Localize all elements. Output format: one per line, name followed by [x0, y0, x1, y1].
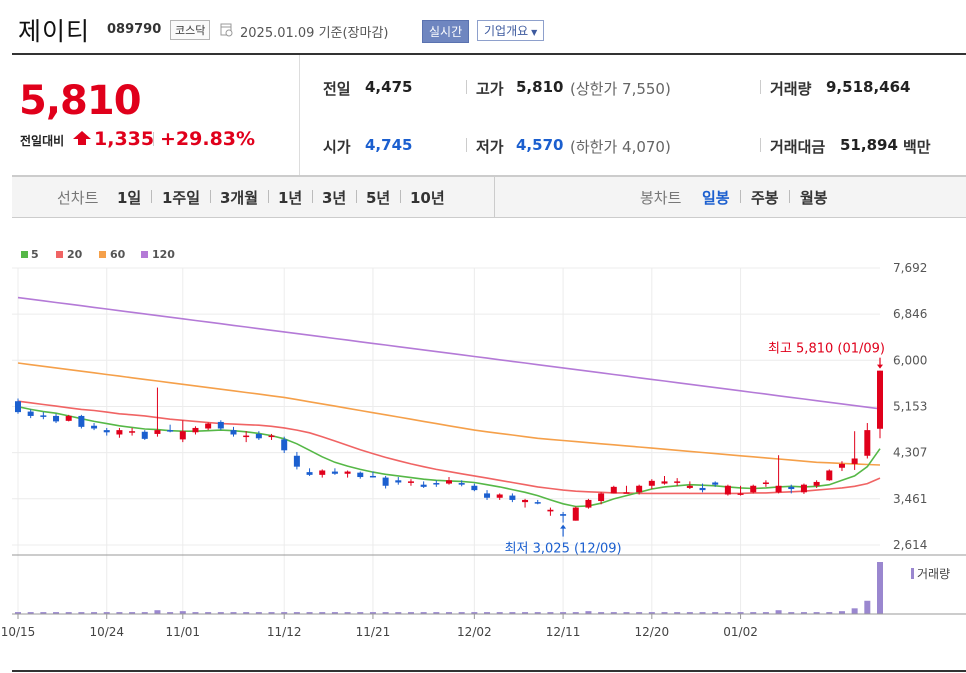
candle-body [838, 463, 845, 468]
candle-body [496, 494, 503, 498]
candlestick-chart: 거래량 7,692 6,846 6,000 5,153 4,307 3,461 2,614 1… [1, 261, 966, 639]
candle-body [864, 430, 871, 456]
candle-body [268, 435, 275, 438]
x-tick-label: 12/20 [635, 625, 670, 639]
candle-body [826, 470, 833, 481]
candle-body [382, 477, 389, 486]
candle-body [192, 427, 199, 433]
candle-body [65, 415, 72, 421]
candle-body [737, 493, 744, 495]
x-tick-label: 11/01 [165, 625, 200, 639]
candle-body [762, 482, 769, 484]
candle-body [648, 480, 655, 486]
candle-body [407, 481, 414, 483]
volume-legend-swatch [911, 568, 914, 579]
volume-bar [851, 608, 858, 614]
candle-body [179, 431, 186, 440]
y-tick-label: 4,307 [893, 446, 927, 460]
candle-body [458, 483, 465, 485]
candle-body [623, 492, 630, 494]
candle-body [141, 431, 148, 439]
candle-body [534, 502, 541, 504]
candle-body [813, 481, 820, 486]
candle-body [357, 472, 364, 478]
candle-body [154, 430, 161, 434]
candle-body [167, 430, 174, 432]
volume-bar [864, 600, 871, 614]
candle-body [851, 458, 858, 464]
x-tick-label: 10/15 [1, 625, 36, 639]
candle-body [800, 484, 807, 493]
x-tick-label: 01/02 [723, 625, 758, 639]
y-tick-label: 5,153 [893, 400, 927, 414]
candle-body [598, 493, 605, 502]
candle-body [369, 475, 376, 478]
candle-body [27, 411, 34, 416]
candle-body [281, 439, 288, 451]
y-tick-label: 3,461 [893, 492, 927, 506]
volume-bar [775, 610, 782, 614]
volume-label: 거래량 [917, 567, 950, 581]
candle-body [205, 423, 212, 429]
volume-bar [154, 610, 161, 614]
candle-body [712, 482, 719, 485]
x-tick-label: 10/24 [89, 625, 124, 639]
candle-body [420, 484, 427, 487]
candle-body [547, 509, 554, 512]
candle-body [509, 495, 516, 500]
y-tick-label: 6,846 [893, 307, 927, 321]
candle-body [877, 370, 883, 429]
bottom-rule [12, 670, 966, 672]
candle-body [484, 493, 491, 498]
high-arrow-head [877, 364, 883, 369]
y-tick-label: 7,692 [893, 261, 927, 275]
candle-body [40, 415, 47, 417]
candle-body [661, 481, 668, 484]
candle-body [306, 472, 313, 475]
x-tick-label: 12/11 [546, 625, 581, 639]
y-tick-label: 2,614 [893, 538, 927, 552]
candle-body [255, 433, 262, 439]
candle-body [775, 485, 782, 493]
candle-body [674, 481, 681, 483]
candle-body [344, 471, 351, 474]
candle-body [230, 430, 237, 435]
low-annotation: 최저 3,025 (12/09) [505, 542, 622, 557]
volume-bar [877, 562, 883, 614]
candle-body [15, 401, 21, 413]
low-arrow-head [560, 524, 567, 529]
candle-body [103, 430, 110, 433]
candle-body [585, 499, 592, 508]
x-tick-label: 11/21 [356, 625, 391, 639]
candle-body [331, 471, 338, 474]
candle-body [217, 421, 224, 429]
candle-body [53, 415, 60, 422]
candle-body [446, 480, 452, 484]
candle-body [522, 499, 529, 503]
candle-body [319, 470, 326, 475]
candle-body [243, 435, 250, 438]
candle-body [471, 485, 478, 491]
x-tick-label: 11/12 [267, 625, 302, 639]
candle-body [610, 486, 617, 494]
candle-body [129, 431, 136, 433]
ma60-line [17, 362, 881, 466]
candle-body [572, 507, 579, 521]
candle-body [560, 514, 567, 516]
candle-body [636, 485, 643, 493]
candle-body [78, 415, 85, 427]
y-tick-label: 6,000 [893, 353, 927, 367]
candle-body [91, 425, 98, 429]
high-annotation: 최고 5,810 (01/09) [768, 342, 885, 357]
candle-body [750, 485, 757, 493]
candle-body [116, 430, 123, 435]
candle-body [686, 485, 693, 488]
candle-body [724, 485, 731, 495]
candle-body [395, 480, 402, 483]
candle-body [788, 486, 795, 490]
candle-body [699, 487, 706, 491]
x-tick-label: 12/02 [457, 625, 492, 639]
candle-body [433, 483, 440, 485]
candle-body [293, 455, 300, 467]
